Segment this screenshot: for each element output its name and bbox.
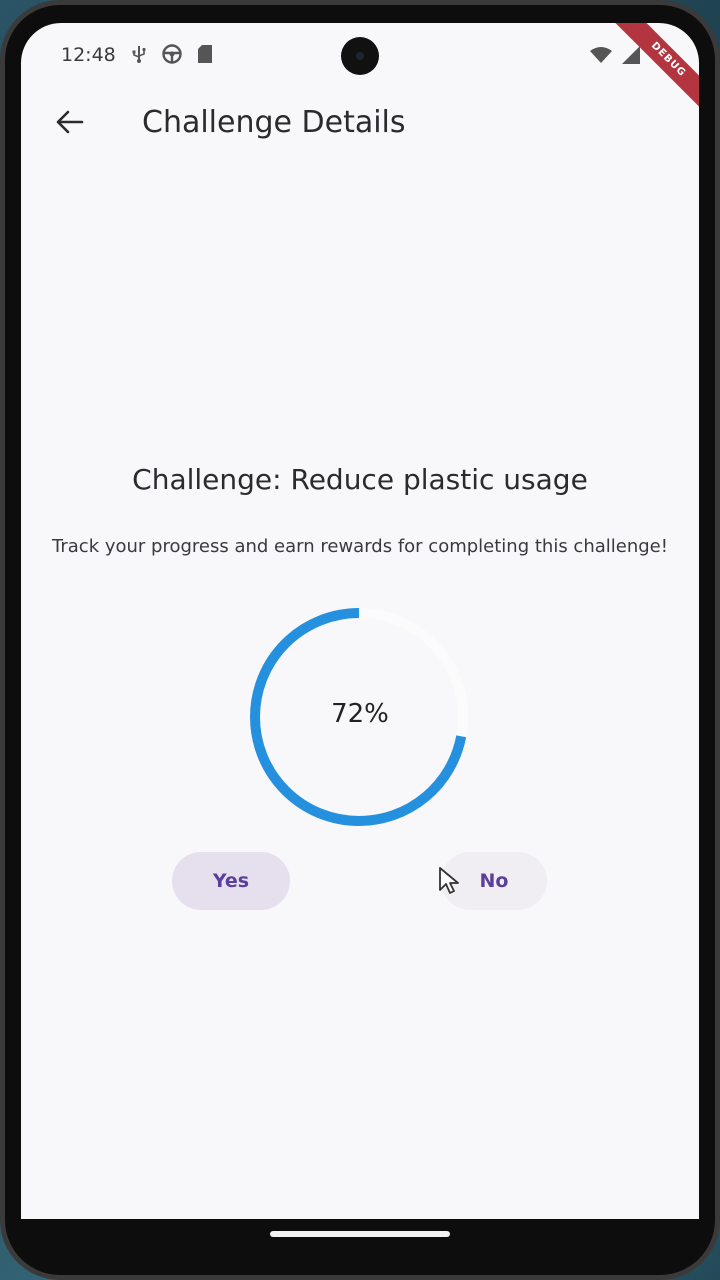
progress-ring: 72% [225,603,495,833]
arrow-back-icon [56,110,84,139]
yes-button[interactable]: Yes [172,852,290,910]
status-time: 12:48 [61,44,116,66]
signal-icon [621,45,641,71]
status-icons-right [589,45,641,71]
page-title: Challenge Details [142,105,406,140]
challenge-title: Challenge: Reduce plastic usage [132,463,588,496]
challenge-description: Track your progress and earn rewards for… [52,536,668,557]
back-button[interactable] [45,99,95,149]
front-camera [341,37,379,75]
status-icons-left [131,43,213,71]
usb-icon [131,45,147,69]
sd-card-icon [197,44,213,70]
phone-frame: 12:48 DEBUG Challenge Details Challenge:… [0,0,720,1280]
steering-wheel-icon [161,43,183,71]
app-screen: 12:48 DEBUG Challenge Details Challenge:… [21,23,699,1219]
mouse-cursor-icon [438,866,462,901]
gesture-nav-bar[interactable] [270,1231,450,1237]
status-bar: 12:48 DEBUG [21,23,699,114]
wifi-icon [589,46,613,70]
progress-percent-label: 72% [331,699,389,729]
app-bar: Challenge Details [21,87,699,157]
